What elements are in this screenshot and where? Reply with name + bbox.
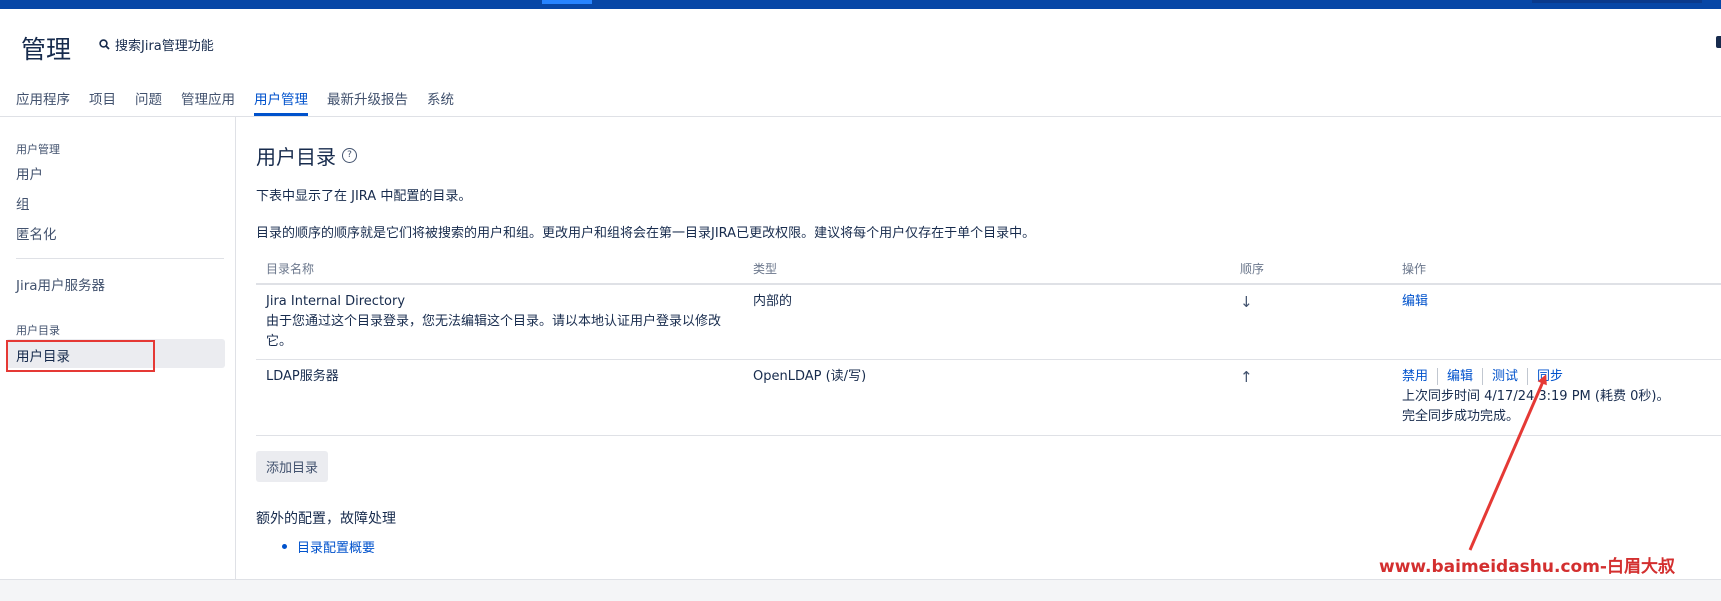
tab-projects[interactable]: 项目	[89, 88, 116, 116]
sidebar-heading-user-directories: 用户目录	[16, 324, 60, 337]
top-navigation-bar	[0, 0, 1721, 9]
sync-ldap-link[interactable]: 同步	[1527, 368, 1572, 385]
tab-issues[interactable]: 问题	[135, 88, 162, 116]
description-config: 下表中显示了在 JIRA 中配置的目录。	[256, 189, 472, 204]
directory-name-ldap: LDAP服务器	[266, 369, 339, 384]
admin-search[interactable]: 搜索Jira管理功能	[99, 35, 214, 54]
description-order: 目录的顺序的顺序就是它们将被搜索的用户和组。更改用户和组将会在第一目录JIRA已…	[256, 226, 1036, 241]
footer-bar	[0, 579, 1721, 601]
arrow-up-icon[interactable]: ↑	[1240, 368, 1253, 386]
add-directory-button[interactable]: 添加目录	[256, 451, 329, 482]
sidebar-item-anonymize[interactable]: 匿名化	[16, 223, 57, 243]
directory-name-internal: Jira Internal Directory	[266, 294, 406, 309]
edit-internal-directory-link[interactable]: 编辑	[1402, 292, 1428, 312]
directory-note-internal: 由于您通过这个目录登录，您无法编辑这个目录。请以本地认证用户登录以修改它。	[266, 314, 722, 349]
tab-system[interactable]: 系统	[427, 88, 454, 116]
search-label: 搜索Jira管理功能	[115, 39, 214, 54]
highlight-box	[6, 340, 155, 372]
edit-ldap-link[interactable]: 编辑	[1437, 368, 1482, 385]
edge-element	[1716, 36, 1721, 48]
directory-config-summary-link[interactable]: 目录配置概要	[297, 537, 375, 556]
admin-title: 管理	[21, 35, 72, 64]
arrow-down-icon[interactable]: ↓	[1240, 293, 1253, 311]
sidebar-heading-user-management: 用户管理	[16, 143, 60, 156]
sidebar-divider	[16, 258, 224, 259]
page-title: 用户目录 ?	[256, 141, 357, 170]
page-title-text: 用户目录	[256, 145, 336, 169]
directory-type-internal: 内部的	[753, 294, 793, 309]
tab-upgrade-report[interactable]: 最新升级报告	[327, 88, 408, 116]
admin-tabs: 应用程序 项目 问题 管理应用 用户管理 最新升级报告 系统	[16, 88, 454, 116]
bullet-icon	[282, 544, 287, 549]
column-header-actions: 操作	[1402, 262, 1427, 276]
sidebar-item-users[interactable]: 用户	[16, 163, 43, 183]
main-content: 用户目录 ? 下表中显示了在 JIRA 中配置的目录。 目录的顺序的顺序就是它们…	[256, 117, 1721, 579]
column-header-type: 类型	[753, 262, 778, 276]
ldap-sync-result: 完全同步成功完成。	[1402, 409, 1520, 424]
table-row-divider	[256, 359, 1721, 360]
sidebar: 用户管理 用户 组 匿名化 Jira用户服务器 用户目录 用户目录	[0, 117, 236, 579]
extra-config-title: 额外的配置，故障处理	[256, 511, 396, 527]
table-bottom-divider	[256, 435, 1721, 436]
ldap-actions: 禁用 编辑 测试 同步	[1402, 368, 1572, 385]
nav-right-block	[1532, 0, 1702, 3]
column-header-name: 目录名称	[266, 262, 315, 276]
tab-applications[interactable]: 应用程序	[16, 88, 70, 116]
tab-user-management[interactable]: 用户管理	[254, 88, 308, 116]
nav-highlight	[542, 0, 592, 4]
table-header-divider	[256, 283, 1721, 285]
sidebar-item-groups[interactable]: 组	[16, 193, 30, 213]
watermark-text: www.baimeidashu.com-白眉大叔	[1379, 557, 1675, 577]
test-ldap-link[interactable]: 测试	[1482, 368, 1527, 385]
tab-manage-apps[interactable]: 管理应用	[181, 88, 235, 116]
sidebar-item-jira-user-server[interactable]: Jira用户服务器	[16, 274, 105, 294]
directory-type-ldap: OpenLDAP (读/写)	[753, 369, 867, 384]
extra-config-list: 目录配置概要	[282, 537, 375, 556]
disable-ldap-link[interactable]: 禁用	[1402, 368, 1437, 385]
ldap-sync-status: 上次同步时间 4/17/24 3:19 PM (耗费 0秒)。	[1402, 389, 1670, 404]
search-icon	[99, 39, 110, 50]
column-header-order: 顺序	[1240, 262, 1265, 276]
question-circle-icon[interactable]: ?	[342, 148, 357, 163]
